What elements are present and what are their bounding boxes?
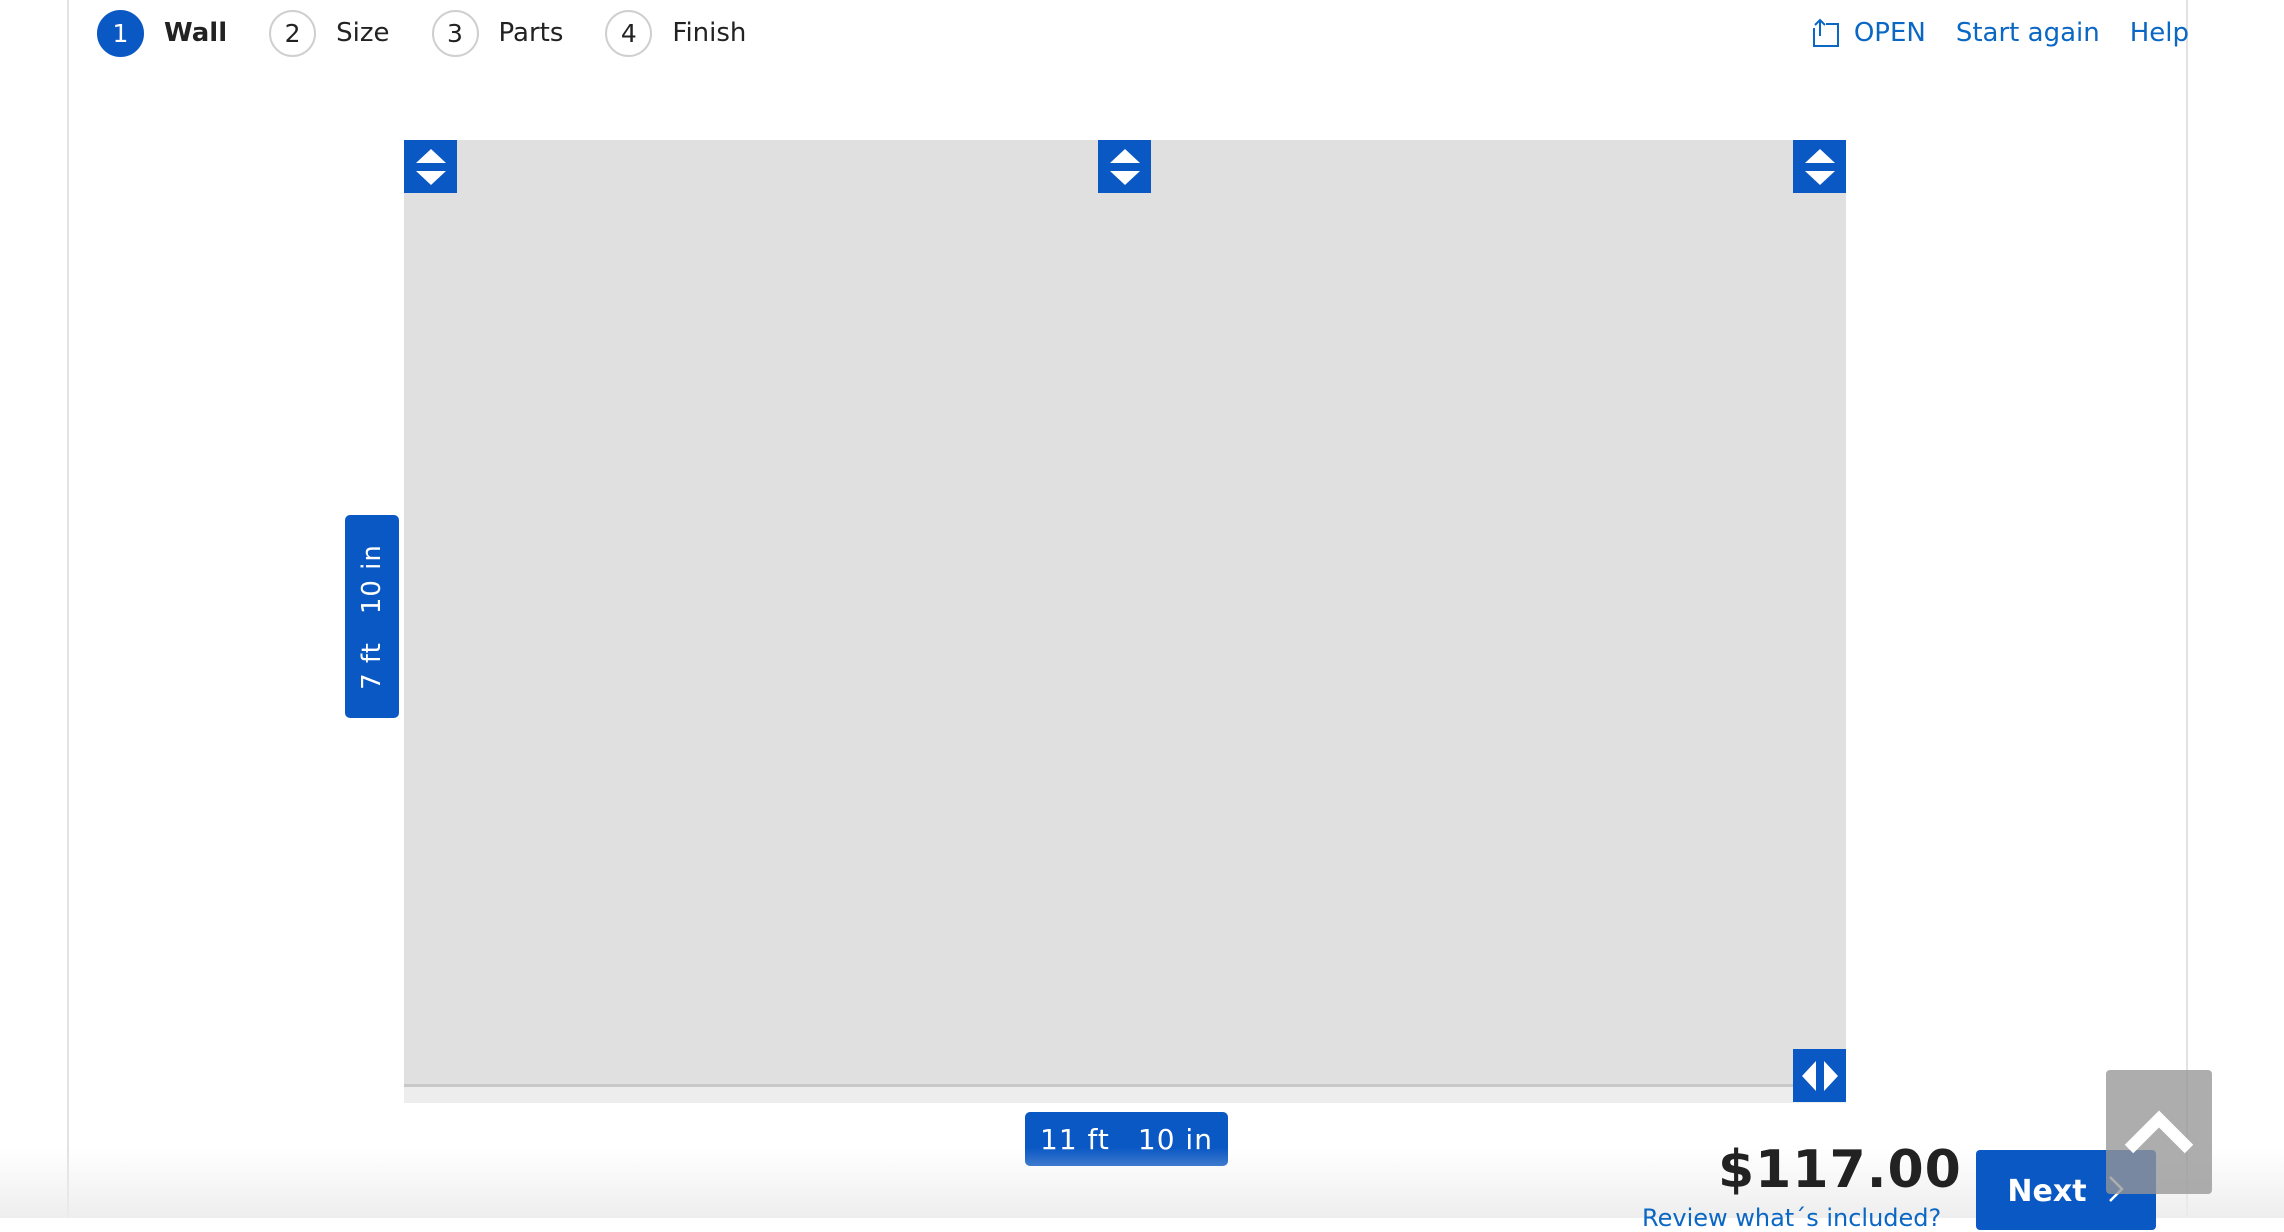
- left-right-arrows-icon: [1801, 1060, 1838, 1091]
- step-navigation: 1 Wall 2 Size 3 Parts 4 Finish: [97, 0, 788, 66]
- step-label: Wall: [164, 18, 228, 48]
- up-down-arrows-icon: [415, 148, 446, 185]
- height-handle-left[interactable]: [404, 140, 457, 193]
- wall-height-text: 7 ft 10 in: [357, 544, 387, 690]
- top-links: OPEN Start again Help: [1782, 0, 2189, 66]
- step-label: Parts: [498, 18, 564, 48]
- wall-height-feet: 7 ft: [357, 641, 388, 690]
- right-frame-border: [2186, 0, 2188, 1218]
- open-label: OPEN: [1853, 18, 1926, 48]
- wall-canvas: [404, 140, 1846, 1087]
- step-size[interactable]: 2 Size: [269, 9, 390, 57]
- step-number: 2: [269, 9, 317, 57]
- step-label: Size: [336, 18, 390, 48]
- step-number: 4: [605, 9, 653, 57]
- step-wall[interactable]: 1 Wall: [97, 9, 228, 57]
- wall-height-badge[interactable]: 7 ft 10 in: [345, 515, 399, 718]
- up-down-arrows-icon: [1109, 148, 1140, 185]
- step-label: Finish: [672, 18, 747, 48]
- start-again-link[interactable]: Start again: [1956, 18, 2100, 48]
- step-parts[interactable]: 3 Parts: [431, 9, 564, 57]
- step-finish[interactable]: 4 Finish: [605, 9, 747, 57]
- up-down-arrows-icon: [1804, 148, 1835, 185]
- step-number: 3: [431, 9, 479, 57]
- width-handle[interactable]: [1793, 1049, 1846, 1102]
- chevron-up-icon: [2124, 1110, 2194, 1154]
- scroll-to-top-button[interactable]: [2106, 1070, 2212, 1194]
- wall-floor-strip: [404, 1087, 1846, 1103]
- left-frame-border: [67, 0, 69, 1218]
- height-handle-right[interactable]: [1793, 140, 1846, 193]
- height-handle-center[interactable]: [1098, 140, 1151, 193]
- review-included-link[interactable]: Review what´s included?: [1642, 1204, 1941, 1232]
- help-link[interactable]: Help: [2130, 18, 2189, 48]
- wall-height-inches: 10 in: [357, 543, 388, 614]
- open-folder-icon: [1812, 18, 1839, 47]
- total-price: $117.00: [1718, 1140, 1962, 1200]
- next-label: Next: [2007, 1174, 2087, 1209]
- step-number: 1: [97, 9, 144, 57]
- open-link[interactable]: OPEN: [1812, 18, 1926, 48]
